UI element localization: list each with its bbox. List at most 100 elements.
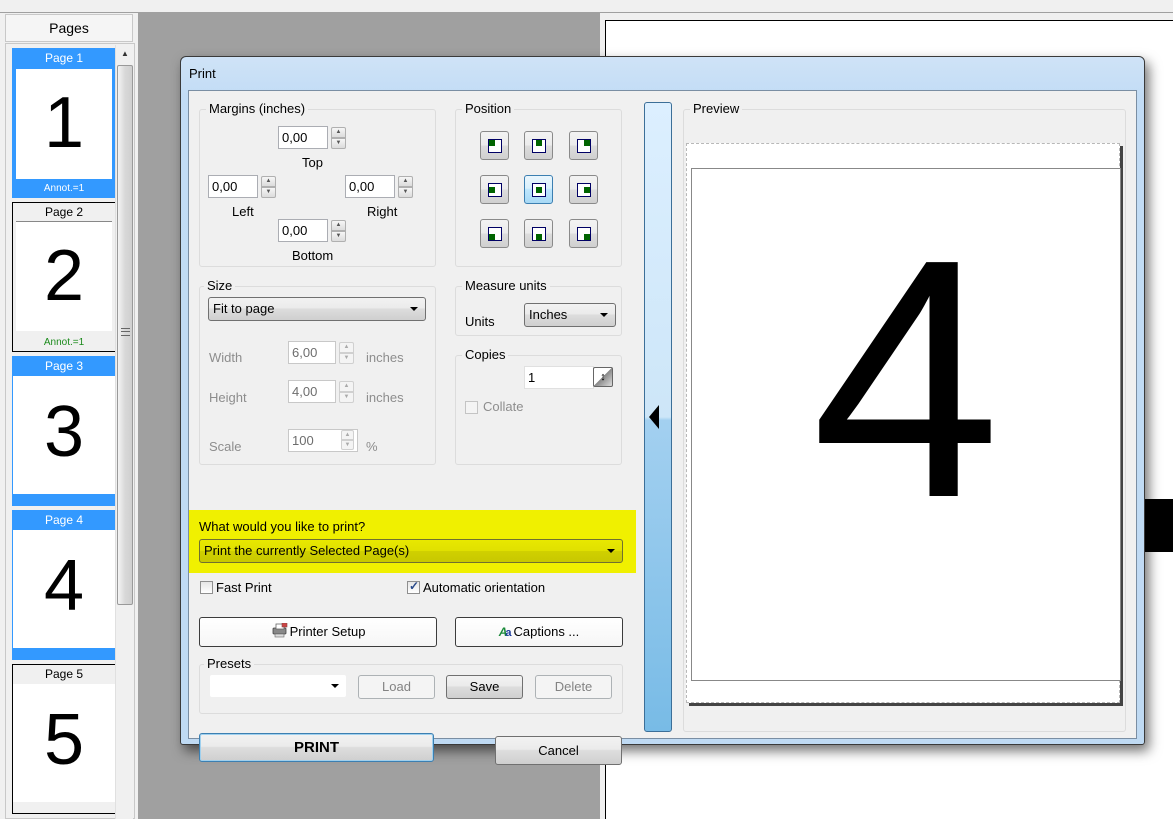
- margins-group: Margins (inches) 0,00 ▲ ▼ Top 0,00 ▲ ▼ Lef…: [199, 101, 436, 267]
- pages-scrollbar[interactable]: ▲: [115, 45, 133, 819]
- collapse-left-arrow-icon: [649, 405, 659, 429]
- position-middle-left-button[interactable]: [480, 175, 509, 204]
- size-mode-dropdown[interactable]: Fit to page: [208, 297, 426, 321]
- size-mode-value: Fit to page: [213, 301, 275, 316]
- preview-group-label: Preview: [690, 101, 743, 117]
- margin-left-label: Left: [232, 204, 254, 219]
- height-spinner[interactable]: ▲ ▼: [339, 381, 354, 403]
- auto-orientation-checkbox[interactable]: [407, 579, 420, 594]
- size-group: Size Fit to page Width 6,00 ▲ ▼ inches He…: [199, 278, 436, 465]
- height-label: Height: [209, 390, 247, 405]
- print-dialog: Print Margins (inches) 0,00 ▲ ▼ Top 0,00 …: [180, 56, 1145, 765]
- margin-top-input[interactable]: 0,00: [278, 126, 328, 149]
- page-thumbnail-image: 1: [16, 69, 112, 179]
- spin-down-icon[interactable]: ▼: [341, 440, 354, 450]
- position-top-center-button[interactable]: [524, 131, 553, 160]
- copies-input[interactable]: 1: [524, 366, 594, 389]
- height-unit: inches: [366, 390, 404, 405]
- copies-spinner-icon[interactable]: ↕: [593, 367, 613, 387]
- preview-paper: 4: [686, 143, 1121, 703]
- margin-right-input[interactable]: 0,00: [345, 175, 395, 198]
- margin-top-spinner[interactable]: ▲ ▼: [331, 127, 346, 149]
- margin-left-input[interactable]: 0,00: [208, 175, 258, 198]
- position-marker-icon: [536, 140, 542, 146]
- preview-toggle-splitter[interactable]: [644, 102, 672, 732]
- scale-label: Scale: [209, 439, 242, 454]
- presets-dropdown[interactable]: [209, 674, 347, 698]
- page-thumbnail-title: Page 2: [44, 205, 84, 219]
- what-to-print-value: Print the currently Selected Page(s): [204, 543, 410, 558]
- position-bottom-left-button[interactable]: [480, 219, 509, 248]
- units-value: Inches: [529, 307, 568, 322]
- height-input[interactable]: 4,00: [288, 380, 336, 403]
- page-thumbnail-4[interactable]: Page 4 4: [12, 510, 116, 660]
- page-thumbnail-3[interactable]: Page 3 3: [12, 356, 116, 506]
- margin-bottom-spinner[interactable]: ▲ ▼: [331, 220, 346, 242]
- scroll-up-arrow-icon[interactable]: ▲: [116, 45, 134, 63]
- position-top-right-button[interactable]: [569, 131, 598, 160]
- page-thumbnail-title: Page 3: [13, 357, 115, 376]
- position-marker-icon: [489, 140, 495, 146]
- spin-down-icon[interactable]: ▼: [339, 392, 354, 403]
- spin-up-icon[interactable]: ▲: [339, 342, 354, 353]
- preset-load-button[interactable]: Load: [358, 675, 435, 699]
- page-thumbnail-5[interactable]: Page 5 5: [12, 664, 116, 814]
- collate-checkbox[interactable]: [465, 401, 478, 414]
- page-thumbnail-1[interactable]: Page 1 1 Annot.=1: [12, 48, 116, 198]
- page-thumbnail-2[interactable]: Page 2 2 Annot.=1: [12, 202, 116, 352]
- position-top-left-button[interactable]: [480, 131, 509, 160]
- dialog-body: Margins (inches) 0,00 ▲ ▼ Top 0,00 ▲ ▼ Lef…: [188, 90, 1137, 765]
- margins-group-label: Margins (inches): [206, 101, 309, 117]
- units-dropdown[interactable]: Inches: [524, 303, 616, 327]
- spin-up-icon[interactable]: ▲: [341, 430, 354, 440]
- cancel-button[interactable]: Cancel: [495, 736, 622, 765]
- spin-down-icon[interactable]: ▼: [331, 138, 346, 149]
- scrollbar-thumb[interactable]: [117, 65, 133, 605]
- dialog-title: Print: [189, 66, 216, 81]
- width-input[interactable]: 6,00: [288, 341, 336, 364]
- auto-orientation-label: Automatic orientation: [423, 580, 546, 595]
- position-bottom-right-button[interactable]: [569, 219, 598, 248]
- position-bottom-center-button[interactable]: [524, 219, 553, 248]
- spin-down-icon[interactable]: ▼: [339, 353, 354, 364]
- what-to-print-dropdown[interactable]: Print the currently Selected Page(s): [199, 539, 623, 563]
- preset-save-button[interactable]: Save: [446, 675, 523, 699]
- captions-button[interactable]: Aa Captions ...: [455, 617, 623, 647]
- chevron-down-icon: [600, 313, 608, 317]
- pages-panel-header: Pages: [5, 14, 133, 42]
- page-thumbnail-image: 4: [13, 530, 115, 648]
- width-unit: inches: [366, 350, 404, 365]
- spin-up-icon[interactable]: ▲: [331, 127, 346, 138]
- chevron-down-icon: [410, 307, 418, 311]
- fast-print-checkbox[interactable]: [200, 581, 213, 594]
- spin-down-icon[interactable]: ▼: [261, 187, 276, 198]
- margin-left-spinner[interactable]: ▲ ▼: [261, 176, 276, 198]
- position-marker-icon: [536, 234, 542, 240]
- spin-up-icon[interactable]: ▲: [261, 176, 276, 187]
- printer-setup-button[interactable]: Printer Setup: [199, 617, 437, 647]
- page-thumbnail-image: 2: [16, 221, 112, 331]
- scale-spinner[interactable]: ▲ ▼: [341, 430, 356, 450]
- width-spinner[interactable]: ▲ ▼: [339, 342, 354, 364]
- print-button[interactable]: PRINT: [199, 733, 434, 762]
- annotation-count: Annot.=1: [43, 337, 85, 348]
- margin-right-label: Right: [367, 204, 398, 219]
- measure-units-group: Measure units Units Inches: [455, 278, 622, 336]
- position-center-button[interactable]: [524, 175, 553, 204]
- chevron-down-icon: [607, 549, 615, 553]
- preset-delete-button[interactable]: Delete: [535, 675, 612, 699]
- position-marker-icon: [584, 234, 590, 240]
- spin-up-icon[interactable]: ▲: [398, 176, 413, 187]
- margin-bottom-input[interactable]: 0,00: [278, 219, 328, 242]
- units-label: Units: [465, 314, 495, 329]
- what-to-print-panel: What would you like to print? Print the …: [189, 510, 636, 573]
- spin-up-icon[interactable]: ▲: [339, 381, 354, 392]
- spin-down-icon[interactable]: ▼: [398, 187, 413, 198]
- margin-right-spinner[interactable]: ▲ ▼: [398, 176, 413, 198]
- position-middle-right-button[interactable]: [569, 175, 598, 204]
- position-marker-icon: [584, 187, 590, 193]
- printer-setup-label: Printer Setup: [289, 624, 366, 639]
- annotation-count: Annot.=1: [43, 183, 85, 194]
- spin-down-icon[interactable]: ▼: [331, 231, 346, 242]
- spin-up-icon[interactable]: ▲: [331, 220, 346, 231]
